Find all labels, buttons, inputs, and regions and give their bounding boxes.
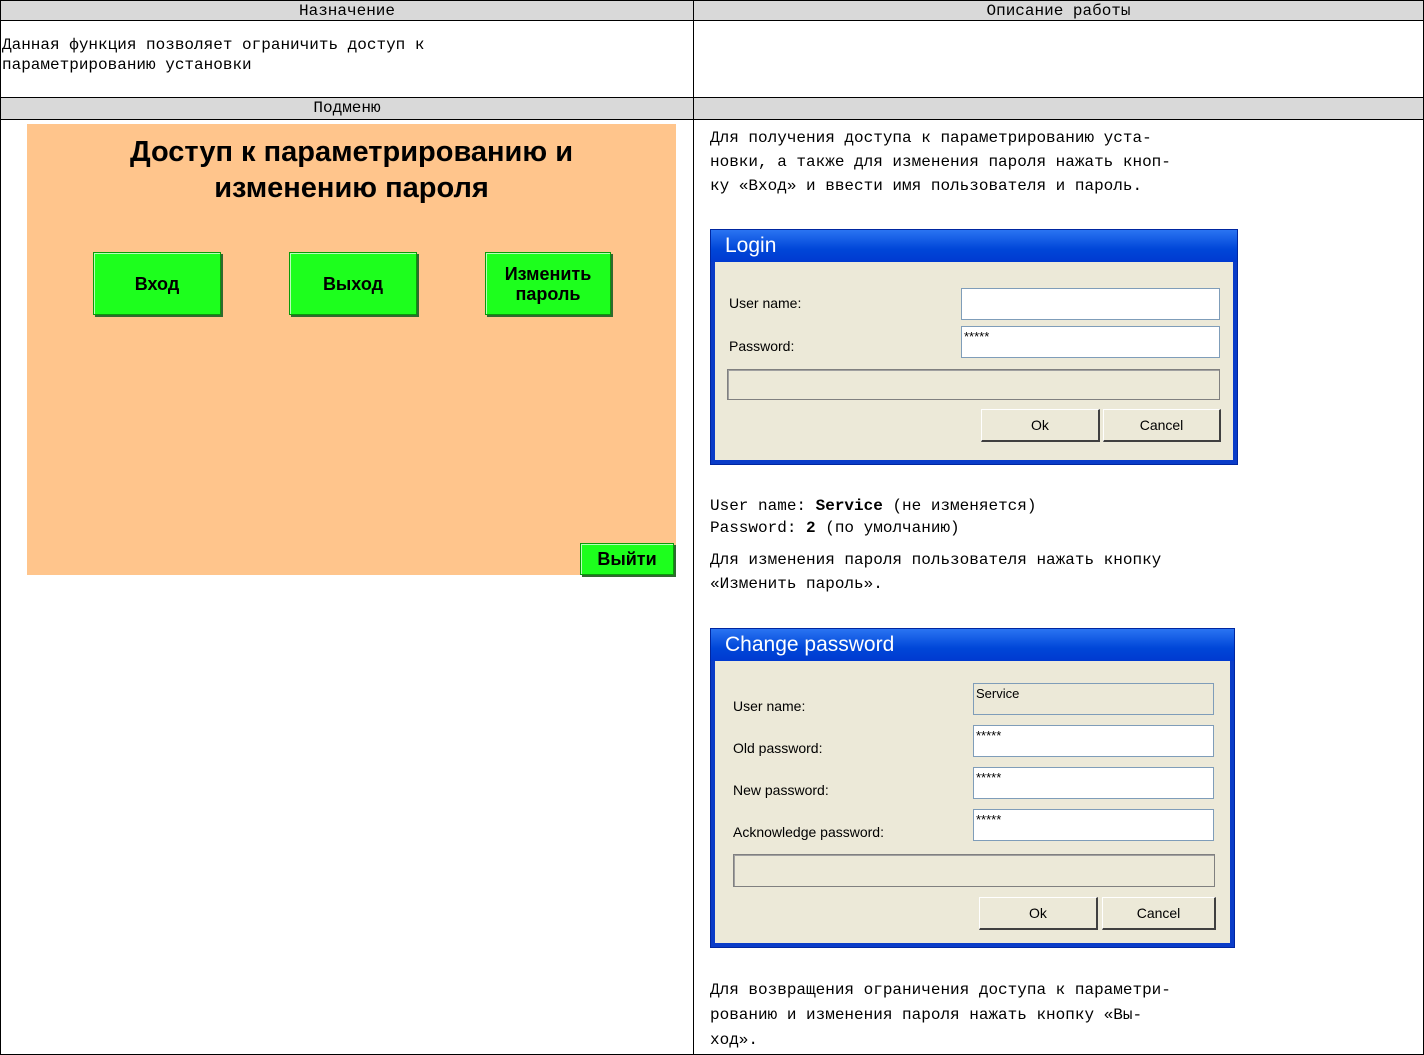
desc-p2-line2: «Изменить пароль».	[710, 575, 883, 593]
default-password-line: Password: 2 (по умолчанию)	[710, 518, 960, 538]
ack-password-input[interactable]: *****	[973, 809, 1214, 841]
desc-p3-line1: Для возвращения ограничения доступа к па…	[710, 981, 1171, 999]
logout-button[interactable]: Выход	[289, 252, 417, 315]
exit-button[interactable]: Выйти	[580, 543, 674, 575]
header-description: Описание работы	[986, 2, 1131, 20]
password-info-note: (по умолчанию)	[815, 519, 960, 537]
purpose-text-line1: Данная функция позволяет ограничить дост…	[2, 36, 425, 54]
change-cancel-button[interactable]: Cancel	[1102, 897, 1216, 930]
panel-title-line1: Доступ к параметрированию и	[129, 136, 574, 168]
row-divider	[1, 119, 1423, 120]
password-info-value: 2	[806, 519, 816, 537]
desc-p3-line2: рованию и изменения пароля нажать кнопку…	[710, 1006, 1143, 1024]
desc-p1-line1: Для получения доступа к параметрированию…	[710, 129, 1152, 147]
login-password-label: Password:	[729, 338, 795, 354]
old-password-input[interactable]: *****	[973, 725, 1214, 757]
username-info-note: (не изменяется)	[882, 497, 1037, 515]
username-info-value: Service	[815, 497, 883, 515]
hmi-access-panel: Доступ к параметрированию и изменению па…	[27, 124, 676, 575]
desc-p2-line1: Для изменения пароля пользователя нажать…	[710, 551, 1162, 569]
change-username-label: User name:	[733, 698, 806, 714]
change-dialog-body: User name: Service Old password: ***** N…	[715, 661, 1230, 943]
change-username-field: Service	[973, 683, 1214, 715]
change-dialog-title: Change password	[711, 629, 1234, 661]
login-button[interactable]: Вход	[93, 252, 221, 315]
purpose-text-line2: параметрированию установки	[2, 56, 252, 74]
change-status-bar	[733, 854, 1215, 887]
old-password-label: Old password:	[733, 740, 823, 756]
login-dialog: Login User name: Password: ***** Ok Canc…	[710, 229, 1238, 465]
login-ok-button[interactable]: Ok	[981, 409, 1100, 442]
purpose-right-bg	[694, 21, 1423, 97]
submenu-header: Подменю	[313, 99, 381, 117]
desc-p1-line2: новки, а также для изменения пароля нажа…	[710, 153, 1171, 171]
change-password-button[interactable]: Изменить пароль	[485, 252, 611, 315]
login-password-input[interactable]: *****	[961, 326, 1220, 358]
login-dialog-body: User name: Password: ***** Ok Cancel	[715, 262, 1233, 460]
header-purpose: Назначение	[298, 2, 395, 20]
change-password-dialog: Change password User name: Service Old p…	[710, 628, 1235, 948]
password-info-label: Password:	[710, 519, 807, 537]
new-password-label: New password:	[733, 782, 829, 798]
change-password-label-1: Изменить	[504, 263, 592, 284]
change-ok-button[interactable]: Ok	[979, 897, 1098, 930]
new-password-input[interactable]: *****	[973, 767, 1214, 799]
login-status-bar	[727, 369, 1220, 400]
desc-p3-line3: ход».	[710, 1031, 759, 1049]
panel-title: Доступ к параметрированию и изменению па…	[27, 134, 676, 206]
login-dialog-title: Login	[711, 230, 1237, 262]
change-password-label-2: пароль	[515, 283, 581, 304]
ack-password-label: Acknowledge password:	[733, 824, 884, 840]
column-divider	[693, 1, 694, 1054]
login-username-label: User name:	[729, 295, 802, 311]
desc-p1-line3: ку «Вход» и ввести имя пользователя и па…	[710, 177, 1143, 195]
username-info-label: User name:	[710, 497, 816, 515]
login-cancel-button[interactable]: Cancel	[1103, 409, 1221, 442]
login-username-input[interactable]	[961, 288, 1220, 320]
default-username-line: User name: Service (не изменяется)	[710, 496, 1036, 516]
panel-title-line2: изменению пароля	[214, 172, 489, 204]
